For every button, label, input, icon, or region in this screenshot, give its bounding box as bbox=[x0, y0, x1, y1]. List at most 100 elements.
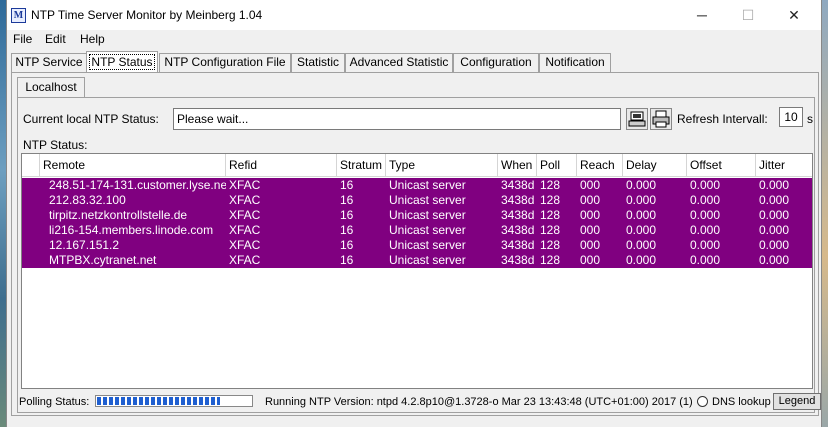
cell-type: Unicast server bbox=[389, 223, 466, 237]
cell-reach: 000 bbox=[580, 193, 601, 207]
menu-file[interactable]: File bbox=[13, 32, 32, 46]
cell-delay: 0.000 bbox=[626, 193, 657, 207]
column-header-indicator[interactable] bbox=[22, 154, 40, 176]
cell-type: Unicast server bbox=[389, 178, 466, 192]
cell-type: Unicast server bbox=[389, 208, 466, 222]
column-header-stratum[interactable]: Stratum bbox=[337, 154, 386, 176]
cell-offset: 0.000 bbox=[690, 223, 721, 237]
menu-help[interactable]: Help bbox=[80, 32, 105, 46]
table-row[interactable]: tirpitz.netzkontrollstelle.de XFAC 16 Un… bbox=[22, 208, 812, 223]
dns-lookup-radio[interactable] bbox=[697, 396, 708, 407]
cell-poll: 128 bbox=[540, 178, 561, 192]
row-indicator bbox=[22, 223, 40, 238]
printer-icon-button[interactable] bbox=[650, 108, 672, 130]
list-header: Remote Refid Stratum Type When Poll Reac… bbox=[22, 154, 812, 177]
table-row[interactable]: MTPBX.cytranet.net XFAC 16 Unicast serve… bbox=[22, 253, 812, 268]
tab-localhost[interactable]: Localhost bbox=[17, 77, 85, 98]
cell-type: Unicast server bbox=[389, 193, 466, 207]
tab-ntp-configuration-file[interactable]: NTP Configuration File bbox=[159, 53, 291, 72]
server-icon-button[interactable] bbox=[626, 108, 648, 130]
maximize-button[interactable]: ☐ bbox=[725, 0, 771, 30]
cell-stratum: 16 bbox=[340, 223, 354, 237]
refresh-interval-field[interactable]: 10 bbox=[779, 107, 803, 127]
row-indicator bbox=[22, 238, 40, 253]
server-icon bbox=[628, 111, 646, 127]
table-row[interactable]: 248.51-174-131.customer.lyse.net XFAC 16… bbox=[22, 178, 812, 193]
cell-reach: 000 bbox=[580, 223, 601, 237]
cell-remote: 248.51-174-131.customer.lyse.net bbox=[49, 178, 226, 192]
menu-edit[interactable]: Edit bbox=[45, 32, 66, 46]
cell-when: 3438d bbox=[501, 178, 535, 192]
cell-when: 3438d bbox=[501, 253, 535, 267]
column-header-remote[interactable]: Remote bbox=[40, 154, 226, 176]
row-indicator bbox=[22, 178, 40, 193]
column-header-when[interactable]: When bbox=[498, 154, 537, 176]
cell-delay: 0.000 bbox=[626, 223, 657, 237]
tab-ntp-service[interactable]: NTP Service bbox=[11, 53, 87, 72]
column-header-delay[interactable]: Delay bbox=[623, 154, 687, 176]
column-header-jitter[interactable]: Jitter bbox=[756, 154, 812, 176]
cell-when: 3438d bbox=[501, 238, 535, 252]
list-rows: 248.51-174-131.customer.lyse.net XFAC 16… bbox=[22, 178, 812, 268]
cell-jitter: 0.000 bbox=[759, 178, 790, 192]
cell-type: Unicast server bbox=[389, 238, 466, 252]
cell-offset: 0.000 bbox=[690, 193, 721, 207]
row-indicator bbox=[22, 253, 40, 268]
cell-reach: 000 bbox=[580, 253, 601, 267]
cell-offset: 0.000 bbox=[690, 253, 721, 267]
column-header-refid[interactable]: Refid bbox=[226, 154, 337, 176]
desktop-background-right bbox=[822, 0, 828, 427]
table-row[interactable]: li216-154.members.linode.com XFAC 16 Uni… bbox=[22, 223, 812, 238]
cell-delay: 0.000 bbox=[626, 238, 657, 252]
row-indicator bbox=[22, 193, 40, 208]
polling-progress-bar bbox=[95, 395, 253, 407]
table-row[interactable]: 12.167.151.2 XFAC 16 Unicast server 3438… bbox=[22, 238, 812, 253]
cell-poll: 128 bbox=[540, 253, 561, 267]
cell-offset: 0.000 bbox=[690, 238, 721, 252]
cell-when: 3438d bbox=[501, 223, 535, 237]
close-button[interactable]: ✕ bbox=[771, 0, 817, 30]
cell-when: 3438d bbox=[501, 193, 535, 207]
minimize-button[interactable]: ─ bbox=[679, 0, 725, 30]
legend-button[interactable]: Legend bbox=[773, 393, 821, 410]
cell-poll: 128 bbox=[540, 223, 561, 237]
ntp-status-group-label: NTP Status: bbox=[23, 138, 88, 152]
polling-progress-fill bbox=[97, 397, 220, 405]
cell-when: 3438d bbox=[501, 208, 535, 222]
status-field[interactable]: Please wait... bbox=[173, 108, 621, 130]
tab-advanced-statistic[interactable]: Advanced Statistic bbox=[345, 53, 453, 72]
table-row[interactable]: 212.83.32.100 XFAC 16 Unicast server 343… bbox=[22, 193, 812, 208]
tab-statistic[interactable]: Statistic bbox=[291, 53, 345, 72]
cell-poll: 128 bbox=[540, 208, 561, 222]
cell-remote: 212.83.32.100 bbox=[49, 193, 126, 207]
cell-remote: MTPBX.cytranet.net bbox=[49, 253, 157, 267]
cell-reach: 000 bbox=[580, 208, 601, 222]
cell-poll: 128 bbox=[540, 238, 561, 252]
cell-stratum: 16 bbox=[340, 178, 354, 192]
cell-refid: XFAC bbox=[229, 253, 261, 267]
cell-reach: 000 bbox=[580, 238, 601, 252]
cell-refid: XFAC bbox=[229, 178, 261, 192]
refresh-interval-label: Refresh Intervall: bbox=[677, 112, 768, 126]
cell-stratum: 16 bbox=[340, 238, 354, 252]
title-bar[interactable]: M NTP Time Server Monitor by Meinberg 1.… bbox=[7, 0, 821, 30]
column-header-offset[interactable]: Offset bbox=[687, 154, 756, 176]
tab-notification[interactable]: Notification bbox=[539, 53, 611, 72]
tab-ntp-status-label: NTP Status bbox=[89, 54, 155, 70]
cell-delay: 0.000 bbox=[626, 178, 657, 192]
tab-ntp-status[interactable]: NTP Status bbox=[86, 51, 158, 73]
tab-configuration[interactable]: Configuration bbox=[453, 53, 539, 72]
cell-jitter: 0.000 bbox=[759, 193, 790, 207]
cell-type: Unicast server bbox=[389, 253, 466, 267]
ntp-peer-list[interactable]: Remote Refid Stratum Type When Poll Reac… bbox=[21, 153, 813, 389]
cell-poll: 128 bbox=[540, 193, 561, 207]
cell-offset: 0.000 bbox=[690, 208, 721, 222]
column-header-poll[interactable]: Poll bbox=[537, 154, 577, 176]
column-header-type[interactable]: Type bbox=[386, 154, 498, 176]
cell-remote: tirpitz.netzkontrollstelle.de bbox=[49, 208, 188, 222]
cell-jitter: 0.000 bbox=[759, 223, 790, 237]
cell-refid: XFAC bbox=[229, 223, 261, 237]
cell-jitter: 0.000 bbox=[759, 253, 790, 267]
row-indicator bbox=[22, 208, 40, 223]
column-header-reach[interactable]: Reach bbox=[577, 154, 623, 176]
